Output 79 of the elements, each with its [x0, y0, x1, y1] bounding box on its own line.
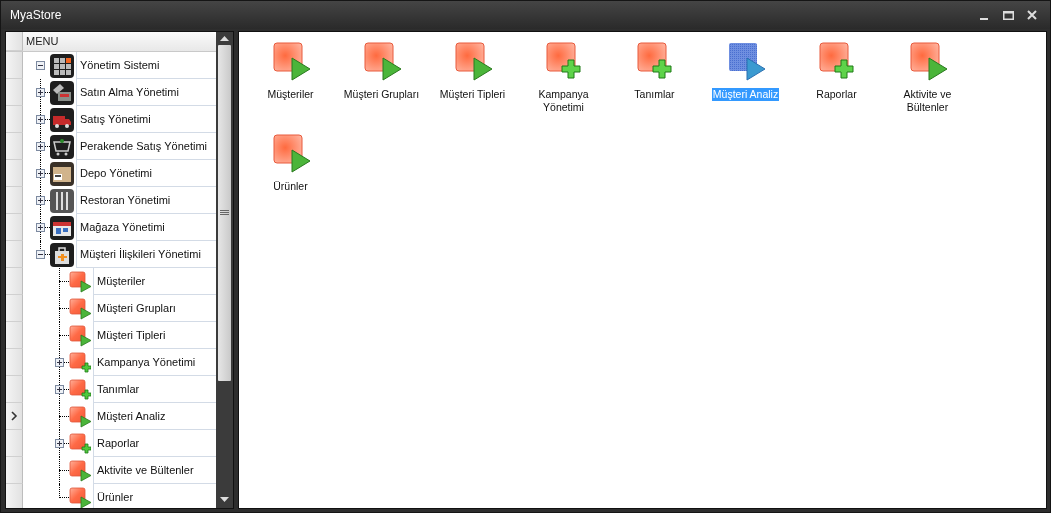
- play-icon: [69, 270, 91, 293]
- close-icon: [1027, 10, 1037, 20]
- row-header-cell[interactable]: [6, 241, 23, 268]
- tag-icon: [50, 80, 74, 105]
- play-icon: [69, 324, 91, 347]
- add-icon: [634, 42, 675, 82]
- row-header-cell[interactable]: [6, 214, 23, 241]
- play-icon: [270, 42, 311, 82]
- tile-label: Tanımlar: [633, 88, 676, 101]
- add-icon: [816, 42, 857, 82]
- module-tile[interactable]: Raporlar: [791, 40, 882, 132]
- expand-toggle[interactable]: [36, 223, 45, 232]
- tile-label: Raporlar: [815, 88, 858, 101]
- row-header-cell[interactable]: [6, 295, 23, 322]
- row-header-cell[interactable]: [6, 403, 23, 430]
- add-icon: [69, 432, 91, 455]
- tile-label: Müşteri Grupları: [342, 88, 421, 101]
- row-pointer-icon: [10, 411, 18, 421]
- scroll-up-icon[interactable]: [219, 34, 230, 42]
- tile-label: Müşteriler: [266, 88, 315, 101]
- expand-toggle[interactable]: [36, 196, 45, 205]
- module-tile[interactable]: Tanımlar: [609, 40, 700, 132]
- play-icon: [907, 42, 948, 82]
- scroll-thumb[interactable]: [218, 45, 231, 381]
- add-icon: [543, 42, 584, 82]
- play-icon: [69, 459, 91, 482]
- truck-icon: [50, 107, 74, 132]
- maximize-icon: [1002, 10, 1014, 20]
- row-header-cell[interactable]: [6, 484, 23, 508]
- add-icon: [69, 351, 91, 374]
- expand-toggle[interactable]: [36, 115, 45, 124]
- row-header-cell[interactable]: [6, 79, 23, 106]
- expand-toggle[interactable]: [36, 250, 45, 259]
- row-header-cell[interactable]: [6, 106, 23, 133]
- play-icon: [69, 405, 91, 428]
- module-tile[interactable]: Müşteri Grupları: [336, 40, 427, 132]
- expand-toggle[interactable]: [55, 439, 64, 448]
- row-header-cell[interactable]: [6, 376, 23, 403]
- cart-icon: [50, 134, 74, 159]
- expand-toggle[interactable]: [36, 169, 45, 178]
- module-tile[interactable]: Kampanya Yönetimi: [518, 40, 609, 132]
- add-icon: [69, 378, 91, 401]
- row-header-cell[interactable]: [6, 349, 23, 376]
- expand-toggle[interactable]: [36, 88, 45, 97]
- box-icon: [50, 161, 74, 186]
- play-icon: [69, 486, 91, 508]
- row-header-cell[interactable]: [6, 268, 23, 295]
- expand-toggle[interactable]: [55, 385, 64, 394]
- row-header-cell[interactable]: [6, 52, 23, 79]
- module-tile[interactable]: Müşteri Tipleri: [427, 40, 518, 132]
- row-header-cell[interactable]: [6, 187, 23, 214]
- play-icon: [69, 297, 91, 320]
- module-tile[interactable]: Müşteriler: [245, 40, 336, 132]
- expand-toggle[interactable]: [55, 358, 64, 367]
- shop-icon: [50, 215, 74, 240]
- tile-label: Aktivite ve Bültenler: [902, 88, 953, 114]
- window-title: MyaStore: [10, 7, 63, 24]
- tile-label: Kampanya Yönetimi: [537, 88, 590, 114]
- module-tile[interactable]: Aktivite ve Bültenler: [882, 40, 973, 132]
- column-header: MENU: [23, 32, 216, 51]
- expand-toggle[interactable]: [36, 61, 45, 70]
- row-header-cell[interactable]: [6, 457, 23, 484]
- row-header-cell[interactable]: [6, 133, 23, 160]
- row-header-cell[interactable]: [6, 160, 23, 187]
- play-icon: [452, 42, 493, 82]
- bag-icon: [50, 242, 74, 267]
- row-header-cell[interactable]: [6, 430, 23, 457]
- tile-label: Müşteri Analiz: [711, 88, 780, 101]
- tile-label: Ürünler: [272, 180, 309, 193]
- cutlery-icon: [50, 188, 74, 213]
- minimize-icon: [980, 18, 988, 20]
- play-icon: [270, 134, 311, 174]
- module-tile[interactable]: Ürünler: [245, 132, 336, 224]
- tile-label: Müşteri Tipleri: [438, 88, 507, 101]
- grid-icon: [50, 53, 74, 78]
- row-header-cell[interactable]: [6, 322, 23, 349]
- scroll-down-icon[interactable]: [219, 496, 230, 504]
- play-icon: [361, 42, 402, 82]
- expand-toggle[interactable]: [36, 142, 45, 151]
